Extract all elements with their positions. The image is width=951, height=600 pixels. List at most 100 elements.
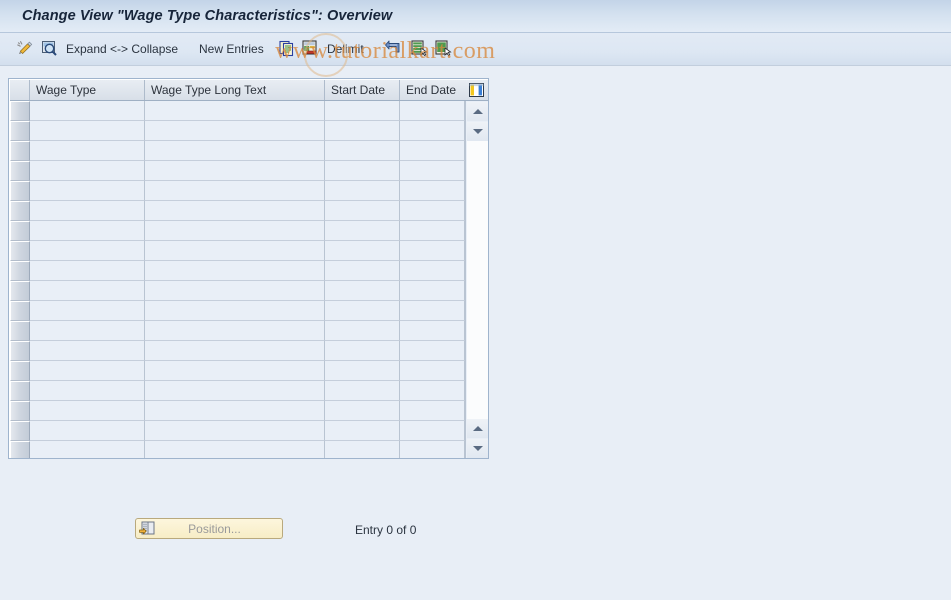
table-row[interactable] bbox=[10, 361, 465, 381]
table-row[interactable] bbox=[10, 201, 465, 221]
cell-end_date[interactable] bbox=[400, 441, 465, 458]
column-header-start-date[interactable]: Start Date bbox=[325, 80, 400, 100]
cell-start_date[interactable] bbox=[325, 341, 400, 361]
table-row[interactable] bbox=[10, 221, 465, 241]
cell-end_date[interactable] bbox=[400, 201, 465, 221]
cell-wage_type_long_text[interactable] bbox=[145, 401, 325, 421]
cell-wage_type[interactable] bbox=[30, 101, 145, 121]
cell-end_date[interactable] bbox=[400, 281, 465, 301]
column-header-wage-type-long-text[interactable]: Wage Type Long Text bbox=[145, 80, 325, 100]
cell-wage_type_long_text[interactable] bbox=[145, 241, 325, 261]
cell-wage_type_long_text[interactable] bbox=[145, 381, 325, 401]
toolbar-button-previous-entry[interactable] bbox=[410, 33, 428, 65]
cell-start_date[interactable] bbox=[325, 381, 400, 401]
cell-start_date[interactable] bbox=[325, 141, 400, 161]
cell-end_date[interactable] bbox=[400, 401, 465, 421]
cell-end_date[interactable] bbox=[400, 141, 465, 161]
table-settings-button[interactable] bbox=[464, 80, 488, 100]
row-selector[interactable] bbox=[10, 261, 30, 281]
toolbar-button-delimit[interactable]: Delimit bbox=[327, 33, 364, 65]
cell-end_date[interactable] bbox=[400, 181, 465, 201]
column-header-wage-type[interactable]: Wage Type bbox=[30, 80, 145, 100]
toolbar-button-copy-as[interactable] bbox=[278, 33, 296, 65]
scroll-line-up-button[interactable] bbox=[467, 122, 488, 141]
cell-start_date[interactable] bbox=[325, 121, 400, 141]
cell-wage_type[interactable] bbox=[30, 161, 145, 181]
cell-start_date[interactable] bbox=[325, 301, 400, 321]
cell-wage_type[interactable] bbox=[30, 181, 145, 201]
row-selector[interactable] bbox=[10, 421, 30, 441]
cell-end_date[interactable] bbox=[400, 341, 465, 361]
cell-start_date[interactable] bbox=[325, 421, 400, 441]
toolbar-button-display-change[interactable] bbox=[16, 33, 34, 65]
table-row[interactable] bbox=[10, 121, 465, 141]
toolbar-button-expand-collapse[interactable]: Expand <-> Collapse bbox=[66, 33, 178, 65]
row-selector[interactable] bbox=[10, 101, 30, 121]
cell-start_date[interactable] bbox=[325, 261, 400, 281]
cell-wage_type[interactable] bbox=[30, 321, 145, 341]
scroll-page-up-button[interactable] bbox=[467, 102, 488, 121]
cell-wage_type[interactable] bbox=[30, 421, 145, 441]
table-row[interactable] bbox=[10, 401, 465, 421]
cell-wage_type_long_text[interactable] bbox=[145, 141, 325, 161]
table-row[interactable] bbox=[10, 261, 465, 281]
row-selector[interactable] bbox=[10, 361, 30, 381]
cell-start_date[interactable] bbox=[325, 321, 400, 341]
row-selector[interactable] bbox=[10, 341, 30, 361]
scrollbar-track[interactable] bbox=[467, 141, 488, 419]
cell-wage_type_long_text[interactable] bbox=[145, 261, 325, 281]
cell-wage_type[interactable] bbox=[30, 281, 145, 301]
scroll-page-down-button[interactable] bbox=[467, 439, 488, 458]
row-selector[interactable] bbox=[10, 281, 30, 301]
cell-start_date[interactable] bbox=[325, 241, 400, 261]
cell-wage_type[interactable] bbox=[30, 341, 145, 361]
toolbar-button-undo[interactable] bbox=[384, 33, 402, 65]
cell-end_date[interactable] bbox=[400, 221, 465, 241]
toolbar-button-delete[interactable] bbox=[301, 33, 319, 65]
scroll-line-down-button[interactable] bbox=[467, 419, 488, 438]
row-selector[interactable] bbox=[10, 441, 30, 458]
cell-wage_type_long_text[interactable] bbox=[145, 281, 325, 301]
table-row[interactable] bbox=[10, 161, 465, 181]
cell-wage_type_long_text[interactable] bbox=[145, 121, 325, 141]
cell-wage_type[interactable] bbox=[30, 201, 145, 221]
cell-wage_type[interactable] bbox=[30, 121, 145, 141]
cell-start_date[interactable] bbox=[325, 181, 400, 201]
cell-end_date[interactable] bbox=[400, 321, 465, 341]
cell-wage_type[interactable] bbox=[30, 381, 145, 401]
cell-wage_type[interactable] bbox=[30, 441, 145, 458]
cell-start_date[interactable] bbox=[325, 201, 400, 221]
cell-wage_type_long_text[interactable] bbox=[145, 221, 325, 241]
cell-start_date[interactable] bbox=[325, 441, 400, 458]
cell-wage_type_long_text[interactable] bbox=[145, 181, 325, 201]
table-row[interactable] bbox=[10, 341, 465, 361]
cell-start_date[interactable] bbox=[325, 361, 400, 381]
cell-wage_type_long_text[interactable] bbox=[145, 101, 325, 121]
cell-start_date[interactable] bbox=[325, 101, 400, 121]
position-button[interactable]: Position... bbox=[135, 518, 283, 539]
cell-start_date[interactable] bbox=[325, 281, 400, 301]
row-selector[interactable] bbox=[10, 161, 30, 181]
table-row[interactable] bbox=[10, 321, 465, 341]
row-selector[interactable] bbox=[10, 241, 30, 261]
cell-end_date[interactable] bbox=[400, 241, 465, 261]
row-selector[interactable] bbox=[10, 181, 30, 201]
cell-wage_type_long_text[interactable] bbox=[145, 421, 325, 441]
cell-wage_type_long_text[interactable] bbox=[145, 161, 325, 181]
table-row[interactable] bbox=[10, 101, 465, 121]
table-row[interactable] bbox=[10, 281, 465, 301]
cell-wage_type[interactable] bbox=[30, 401, 145, 421]
table-row[interactable] bbox=[10, 381, 465, 401]
table-vertical-scrollbar[interactable] bbox=[465, 101, 488, 458]
cell-start_date[interactable] bbox=[325, 161, 400, 181]
cell-wage_type[interactable] bbox=[30, 241, 145, 261]
cell-wage_type[interactable] bbox=[30, 221, 145, 241]
cell-wage_type_long_text[interactable] bbox=[145, 301, 325, 321]
toolbar-button-new-entries[interactable]: New Entries bbox=[199, 33, 264, 65]
table-row[interactable] bbox=[10, 181, 465, 201]
cell-end_date[interactable] bbox=[400, 161, 465, 181]
toolbar-button-display[interactable] bbox=[40, 33, 58, 65]
table-row[interactable] bbox=[10, 301, 465, 321]
cell-wage_type_long_text[interactable] bbox=[145, 321, 325, 341]
cell-end_date[interactable] bbox=[400, 421, 465, 441]
